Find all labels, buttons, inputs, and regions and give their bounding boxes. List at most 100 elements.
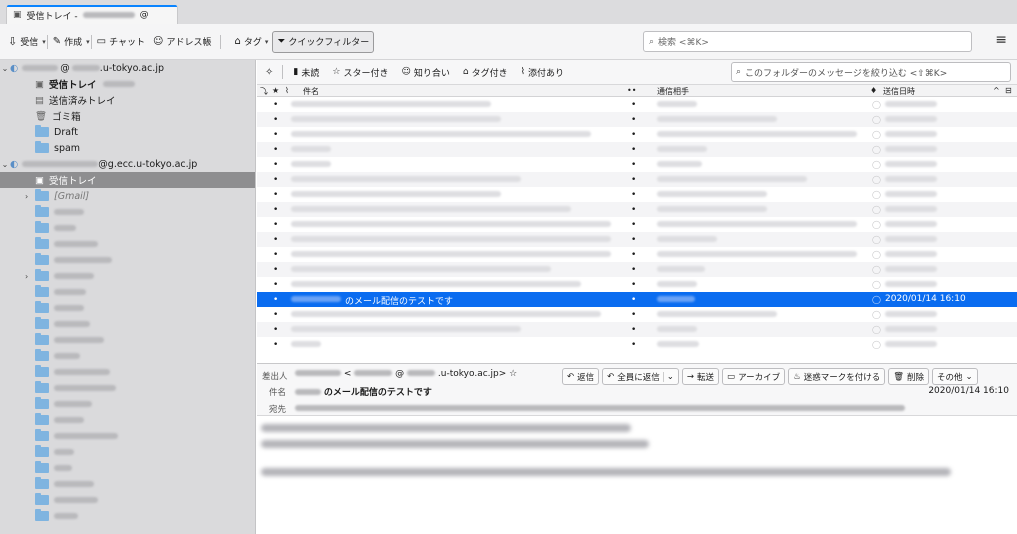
junk-button[interactable]: ♨ 迷惑マークを付ける [788, 368, 886, 385]
account-row-2[interactable]: ⌄ ◐ @g.ecc.u-tokyo.ac.jp [0, 156, 255, 172]
chevron-right-icon[interactable]: › [25, 272, 35, 281]
table-row[interactable]: • • ◯ [257, 97, 1017, 112]
folder-item[interactable] [0, 460, 255, 476]
table-row-selected[interactable]: • のメール配信のテストです • ◯ 2020/01/14 16:10 [257, 292, 1017, 307]
sticky-filter-toggle[interactable]: ✧ [265, 67, 273, 78]
folder-name-blurred [54, 513, 78, 519]
folder-item[interactable] [0, 300, 255, 316]
table-row[interactable]: • • ◯ [257, 142, 1017, 157]
get-mail-dropdown[interactable]: ▾ [42, 38, 46, 46]
folder-item[interactable] [0, 204, 255, 220]
read-dot: • [631, 130, 637, 140]
thread-column-icon[interactable]: ⤵ [260, 86, 268, 97]
table-row[interactable]: • • ◯ [257, 277, 1017, 292]
table-row[interactable]: • • ◯ [257, 307, 1017, 322]
read-status-column-icon[interactable]: •• [627, 86, 636, 95]
folder-item[interactable] [0, 412, 255, 428]
other-label: その他 [937, 372, 963, 383]
star-icon[interactable]: ☆ [509, 369, 517, 379]
table-row[interactable]: • • ◯ [257, 262, 1017, 277]
attachment-column-icon[interactable]: ⌇ [285, 86, 289, 95]
junk-column-icon[interactable]: ♦ [870, 86, 877, 95]
folder-item[interactable] [0, 364, 255, 380]
folder-filter-input[interactable]: ⌕ このフォルダーのメッセージを絞り込む <⇧⌘K> [731, 62, 1011, 82]
address-book-button[interactable]: ☺ アドレス帳 [149, 31, 215, 53]
correspondent-blurred [657, 326, 697, 332]
folder-item[interactable] [0, 332, 255, 348]
inbox-icon: ▣ [13, 10, 22, 20]
tag-label: タグ [243, 38, 262, 48]
table-row[interactable]: • • ◯ [257, 112, 1017, 127]
global-search-input[interactable]: ⌕ 検索 <⌘K> [643, 31, 972, 52]
body-line-blurred [261, 468, 951, 476]
folder-item[interactable]: › [0, 268, 255, 284]
write-button[interactable]: ✎ 作成 [49, 31, 86, 53]
table-row[interactable]: • • ◯ [257, 202, 1017, 217]
from-field[interactable]: < @ .u-tokyo.ac.jp> ☆ [295, 369, 517, 379]
tag-button[interactable]: ⌂ タグ ▾ [231, 31, 273, 53]
chevron-down-icon[interactable]: ⌄ [662, 371, 674, 382]
tab-inbox[interactable]: ▣ 受信トレイ - @ [6, 5, 178, 24]
table-row[interactable]: • • ◯ [257, 217, 1017, 232]
folder-sent[interactable]: ▤ 送信済みトレイ [0, 92, 255, 108]
folder-inbox-2[interactable]: ▣ 受信トレイ [0, 172, 255, 188]
folder-item[interactable] [0, 444, 255, 460]
table-row[interactable]: • • ◯ [257, 232, 1017, 247]
column-correspondent[interactable]: 通信相手 [657, 86, 689, 97]
table-row[interactable]: • • ◯ [257, 322, 1017, 337]
filter-tagged[interactable]: ⌂ タグ付き [463, 66, 508, 79]
folder-item[interactable] [0, 236, 255, 252]
table-row[interactable]: • • ◯ [257, 247, 1017, 262]
filter-unread[interactable]: ▮ 未読 [293, 66, 319, 79]
unread-icon: ▮ [293, 67, 299, 77]
forward-button[interactable]: → 転送 [681, 368, 720, 385]
other-actions-button[interactable]: その他 ⌄ [932, 368, 978, 385]
get-mail-button[interactable]: ⇩ 受信 [4, 31, 42, 53]
folder-gmail[interactable]: › [Gmail] [0, 188, 255, 204]
chat-button[interactable]: ▭ チャット [93, 31, 149, 53]
folder-item[interactable] [0, 316, 255, 332]
delete-button[interactable]: 🗑︎ 削除 [888, 368, 930, 385]
filter-contacts[interactable]: ☺ 知り合い [401, 66, 449, 79]
table-row[interactable]: • • ◯ [257, 187, 1017, 202]
folder-trash[interactable]: 🗑︎ ゴミ箱 [0, 108, 255, 124]
table-row[interactable]: • • ◯ [257, 127, 1017, 142]
chevron-right-icon[interactable]: › [25, 192, 35, 201]
reply-all-button[interactable]: ↶ 全員に返信 ⌄ [602, 368, 679, 385]
folder-draft[interactable]: Draft [0, 124, 255, 140]
folder-item[interactable] [0, 348, 255, 364]
quick-filter-button[interactable]: ⏷ クイックフィルター [272, 30, 375, 53]
filter-starred[interactable]: ☆ スター付き [332, 66, 388, 79]
folder-item[interactable] [0, 492, 255, 508]
folder-item[interactable] [0, 428, 255, 444]
table-row[interactable]: • • ◯ [257, 157, 1017, 172]
folder-item[interactable] [0, 396, 255, 412]
sort-ascending-icon[interactable]: ^ [993, 86, 1000, 95]
table-row[interactable]: • • ◯ [257, 337, 1017, 352]
hamburger-menu-icon[interactable]: ≡ [995, 32, 1007, 48]
folder-name-blurred [54, 417, 84, 423]
chevron-down-icon[interactable]: ⌄ [0, 64, 10, 73]
folder-item[interactable] [0, 508, 255, 524]
star-column-icon[interactable]: ★ [272, 86, 279, 95]
paperclip-icon: ⌇ [520, 67, 525, 77]
reply-button[interactable]: ↶ 返信 [562, 368, 600, 385]
folder-item[interactable] [0, 380, 255, 396]
table-row[interactable]: • • ◯ [257, 172, 1017, 187]
column-subject[interactable]: 件名 [303, 86, 319, 97]
column-picker-icon[interactable]: ⊟ [1005, 86, 1012, 95]
folder-item[interactable] [0, 284, 255, 300]
read-dot: • [631, 160, 637, 170]
folder-inbox[interactable]: ▣ 受信トレイ [0, 76, 255, 92]
filter-attachment[interactable]: ⌇ 添付あり [521, 66, 564, 79]
folder-item[interactable] [0, 220, 255, 236]
account-row-1[interactable]: ⌄ ◐ @ .u-tokyo.ac.jp [0, 60, 255, 76]
folder-spam[interactable]: spam [0, 140, 255, 156]
read-dot: • [631, 175, 637, 185]
write-dropdown[interactable]: ▾ [86, 38, 90, 46]
folder-item[interactable] [0, 476, 255, 492]
archive-button[interactable]: ▭ アーカイブ [722, 368, 786, 385]
folder-item[interactable] [0, 252, 255, 268]
column-date[interactable]: 送信日時 [883, 86, 915, 97]
chevron-down-icon[interactable]: ⌄ [0, 160, 10, 169]
